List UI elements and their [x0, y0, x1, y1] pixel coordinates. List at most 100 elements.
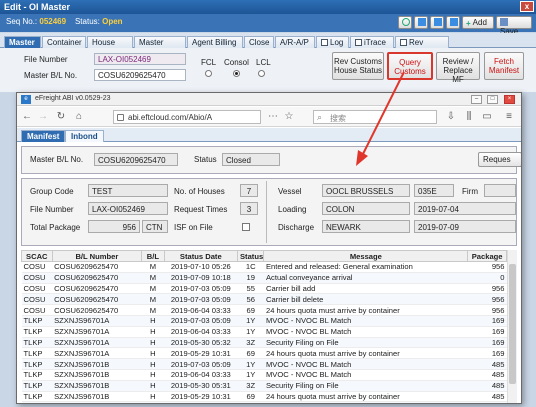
page-actions-icon[interactable]: ⋯	[267, 111, 279, 123]
seq-value: 052469	[39, 17, 67, 26]
discharge-date[interactable]: 2019-07-09	[414, 220, 516, 233]
rev-customs-button[interactable]: Rev Customs House Status	[332, 52, 384, 80]
col-package[interactable]: Package	[467, 250, 507, 262]
table-row[interactable]: TLKP SZXNJS96701B H 2019-05-30 05:31 3Z Secur…	[21, 380, 507, 392]
back-icon[interactable]: ←	[21, 111, 33, 123]
col-status[interactable]: Status	[236, 250, 265, 262]
tab-rev-edoc[interactable]: Rev eDoc	[395, 36, 449, 56]
mbl-field[interactable]: COSU6209625470	[94, 69, 186, 81]
fetch-manifest-button[interactable]: Fetch Manifest	[484, 52, 524, 80]
request-times-value[interactable]: 3	[240, 202, 258, 215]
window-close-button[interactable]: x	[520, 1, 534, 12]
save-icon	[500, 18, 508, 26]
voyage-value[interactable]: 035E	[414, 184, 454, 197]
table-row[interactable]: COSU COSU6209625470 M 2019-07-09 10:18 19 Act…	[21, 272, 507, 284]
isf-checkbox[interactable]	[242, 223, 250, 231]
table-row[interactable]: TLKPSZXNJS96701CH2019-07-03 05:091YMVOC …	[21, 401, 507, 403]
bookmark-star-icon[interactable]: ☆	[283, 111, 295, 123]
query-customs-button[interactable]: Query Customs	[387, 52, 433, 80]
table-row[interactable]: COSU COSU6209625470 M 2019-06-04 03:33 69 24 …	[21, 304, 507, 316]
seq-label: Seq No.:	[6, 17, 38, 26]
maximize-icon[interactable]: □	[487, 95, 498, 104]
col-message[interactable]: Message	[263, 250, 469, 262]
first-button[interactable]	[414, 16, 428, 29]
file-number-field[interactable]: LAX-OI052469	[94, 53, 186, 65]
col-status-date[interactable]: Status Date	[163, 250, 238, 262]
request-button[interactable]: Reques	[478, 152, 521, 167]
popup-close-icon[interactable]: ×	[504, 95, 515, 104]
table-row[interactable]: COSU COSU6209625470 M 2019-07-03 05:09 56 Car…	[21, 293, 507, 306]
tab-ar-ap[interactable]: A/R-A/P	[275, 36, 315, 48]
cell-status-date: 2019-06-04 03:33	[164, 304, 238, 316]
prev-button[interactable]	[430, 16, 444, 29]
tab-inbond[interactable]: Inbond	[65, 130, 104, 142]
radio-fcl[interactable]	[205, 70, 212, 77]
houses-value[interactable]: 7	[240, 184, 258, 197]
group-code-value[interactable]: TEST	[88, 184, 168, 197]
url-bar[interactable]: abi.eftcloud.com/Abio/A	[113, 110, 261, 124]
table-row[interactable]: TLKP SZXNJS96701B H 2019-07-03 05:09 1Y MVOC …	[21, 358, 507, 370]
first-icon	[418, 18, 426, 26]
download-icon[interactable]: ⇩	[445, 111, 457, 123]
request-times-label: Request Times	[174, 205, 228, 214]
review-replace-button[interactable]: Review / Replace MF	[436, 52, 480, 84]
tab-master-cost[interactable]: Master Cost	[134, 36, 186, 56]
minimize-icon[interactable]: –	[471, 95, 482, 104]
hdr-mbl-value[interactable]: COSU6209625470	[94, 153, 178, 166]
table-row[interactable]: TLKP SZXNJS96701B H 2019-05-29 10:31 69 24 ho…	[21, 391, 507, 403]
sidebar-icon[interactable]: ▭	[481, 111, 493, 123]
tab-container[interactable]: Container	[42, 36, 86, 48]
cell-status: 1Y	[237, 401, 264, 403]
tab-manifest[interactable]: Manifest	[21, 130, 66, 142]
hdr-status-value[interactable]: Closed	[222, 153, 280, 166]
tab-agent-billing[interactable]: Agent Billing	[187, 36, 243, 48]
cell-scac: TLKP	[21, 391, 53, 403]
table-row[interactable]: COSU COSU6209625470 M 2019-07-10 05:26 1C Ent…	[21, 261, 507, 273]
cell-package: 485	[467, 369, 507, 381]
total-package-unit[interactable]: CTN	[142, 220, 168, 233]
cell-status: 3Z	[237, 337, 264, 349]
discharge-value[interactable]: NEWARK	[322, 220, 410, 233]
loading-date[interactable]: 2019-07-04	[414, 202, 516, 215]
save-button[interactable]: Save	[496, 16, 532, 36]
table-row[interactable]: COSU COSU6209625470 M 2019-07-03 05:09 55 Car…	[21, 283, 507, 295]
cell-status-date: 2019-05-30 05:31	[164, 380, 238, 392]
col-scac[interactable]: SCAC	[21, 250, 53, 262]
cell-scac: COSU	[21, 272, 53, 284]
table-row[interactable]: TLKP SZXNJS96701A H 2019-05-29 10:31 69 24 ho…	[21, 347, 507, 360]
cell-bl: M	[141, 304, 165, 316]
browser-search-input[interactable]: ⌕ 搜索	[313, 110, 437, 124]
next-button[interactable]	[446, 16, 460, 29]
table-row[interactable]: TLKP SZXNJS96701A H 2019-05-30 05:32 3Z Secur…	[21, 337, 507, 349]
tab-itrace[interactable]: iTrace	[350, 36, 394, 48]
refresh-button[interactable]	[398, 16, 412, 29]
col-bl[interactable]: B/L	[141, 250, 165, 262]
cell-bl: H	[141, 369, 165, 381]
table-row[interactable]: TLKP SZXNJS96701B H 2019-06-04 03:33 1Y MVOC …	[21, 369, 507, 381]
radio-consol[interactable]	[233, 70, 240, 77]
radio-lcl[interactable]	[258, 70, 265, 77]
table-scrollbar[interactable]	[507, 250, 517, 403]
table-row[interactable]: TLKP SZXNJS96701A H 2019-07-03 05:09 1Y MVOC …	[21, 315, 507, 327]
vessel-value[interactable]: OOCL BRUSSELS	[322, 184, 410, 197]
home-icon[interactable]: ⌂	[73, 111, 85, 123]
tab-house-hbls[interactable]: House HBLs	[87, 36, 133, 56]
tab-log[interactable]: Log	[316, 36, 349, 48]
info-icon	[117, 114, 124, 121]
table-row[interactable]: TLKP SZXNJS96701A H 2019-06-04 03:33 1Y MVOC …	[21, 326, 507, 338]
menu-icon[interactable]: ≡	[503, 111, 515, 123]
col-bl-number[interactable]: B/L Number	[51, 250, 143, 262]
loading-value[interactable]: COLON	[322, 202, 410, 215]
total-package-value[interactable]: 956	[88, 220, 140, 233]
summary-file-number-value[interactable]: LAX-OI052469	[88, 202, 168, 215]
add-button[interactable]: + Add	[462, 16, 494, 29]
scrollbar-thumb[interactable]	[509, 264, 516, 384]
cell-package: 169	[467, 326, 507, 338]
tab-master[interactable]: Master	[4, 36, 41, 48]
cell-bl-number: SZXNJS96701B	[52, 380, 142, 392]
firm-value[interactable]	[484, 184, 516, 197]
library-icon[interactable]: ⫼	[463, 111, 475, 123]
reload-icon[interactable]: ↻	[55, 111, 67, 123]
tab-close[interactable]: Close	[244, 36, 274, 48]
forward-icon[interactable]: →	[37, 111, 49, 123]
